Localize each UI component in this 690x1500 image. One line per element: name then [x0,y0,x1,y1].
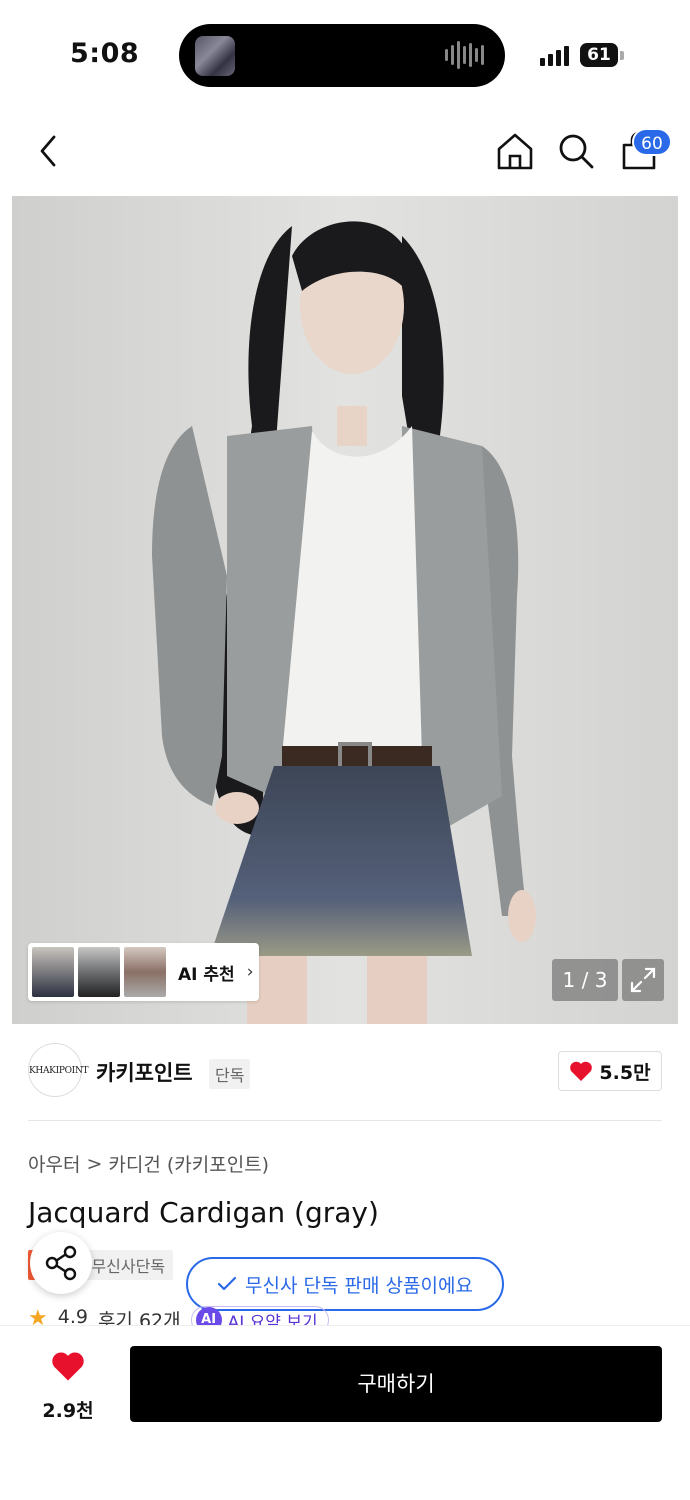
image-page-indicator: 1 / 3 [552,959,618,1001]
wishlist-button[interactable]: 2.9천 [28,1346,108,1422]
brand-like-count: 5.5만 [599,1061,651,1084]
expand-button[interactable] [622,959,664,1001]
heart-filled-icon [52,1352,84,1381]
chevron-right-icon: › [246,962,254,982]
cart-count-badge: 60 [632,128,672,156]
brand-like-button[interactable]: 5.5만 [558,1051,662,1091]
ai-recommend-button[interactable]: AI 추천 › [28,943,259,1001]
breadcrumb-separator: > [86,1152,103,1175]
breadcrumb: 아우터 > 카디건 (카키포인트) [28,1150,269,1177]
product-image[interactable] [12,196,678,1024]
divider [28,1120,662,1121]
battery-cap [620,51,624,60]
status-bar: 5:08 61 [0,0,690,105]
recommend-thumbnail-2 [78,947,120,997]
search-icon [559,134,594,169]
check-icon [217,1276,237,1291]
brand-exclusive-tag: 단독 [209,1059,251,1089]
share-icon [45,1245,77,1281]
expand-icon [630,967,656,993]
breadcrumb-cardigan[interactable]: 카디건 (카키포인트) [108,1150,269,1177]
brand-logo[interactable]: KHAKIPOINT [28,1043,89,1097]
search-button[interactable] [556,131,596,171]
chevron-left-icon [40,135,56,167]
recommend-thumbnail-1 [32,947,74,997]
wishlist-count: 2.9천 [42,1400,94,1422]
home-button[interactable] [495,131,535,171]
toast-text: 무신사 단독 판매 상품이에요 [245,1274,473,1297]
now-playing-thumbnail [195,36,235,76]
ai-recommend-label: AI 추천 [178,964,235,985]
heart-icon [570,1061,593,1081]
home-icon [497,133,533,170]
brand-row: KHAKIPOINT 카키포인트 단독 5.5만 [28,1043,662,1099]
exclusive-tag: 무신사단독 [83,1250,174,1280]
model-photo [12,196,678,1024]
audio-wave-icon [445,40,485,70]
signal-icon [540,44,572,66]
battery-icon: 61 [580,43,618,67]
dynamic-island [179,24,505,87]
bottom-action-bar: 2.9천 구매하기 [0,1325,690,1500]
exclusive-toast: 무신사 단독 판매 상품이에요 [186,1257,504,1311]
brand-name[interactable]: 카키포인트 [96,1057,193,1087]
share-button[interactable] [30,1232,92,1294]
top-nav [0,105,690,195]
back-button[interactable] [30,131,70,171]
buy-button[interactable]: 구매하기 [130,1346,662,1422]
status-time: 5:08 [70,38,140,69]
recommend-thumbnail-3 [124,947,166,997]
product-title: Jacquard Cardigan (gray) [28,1196,379,1229]
breadcrumb-outer[interactable]: 아우터 [28,1150,80,1177]
